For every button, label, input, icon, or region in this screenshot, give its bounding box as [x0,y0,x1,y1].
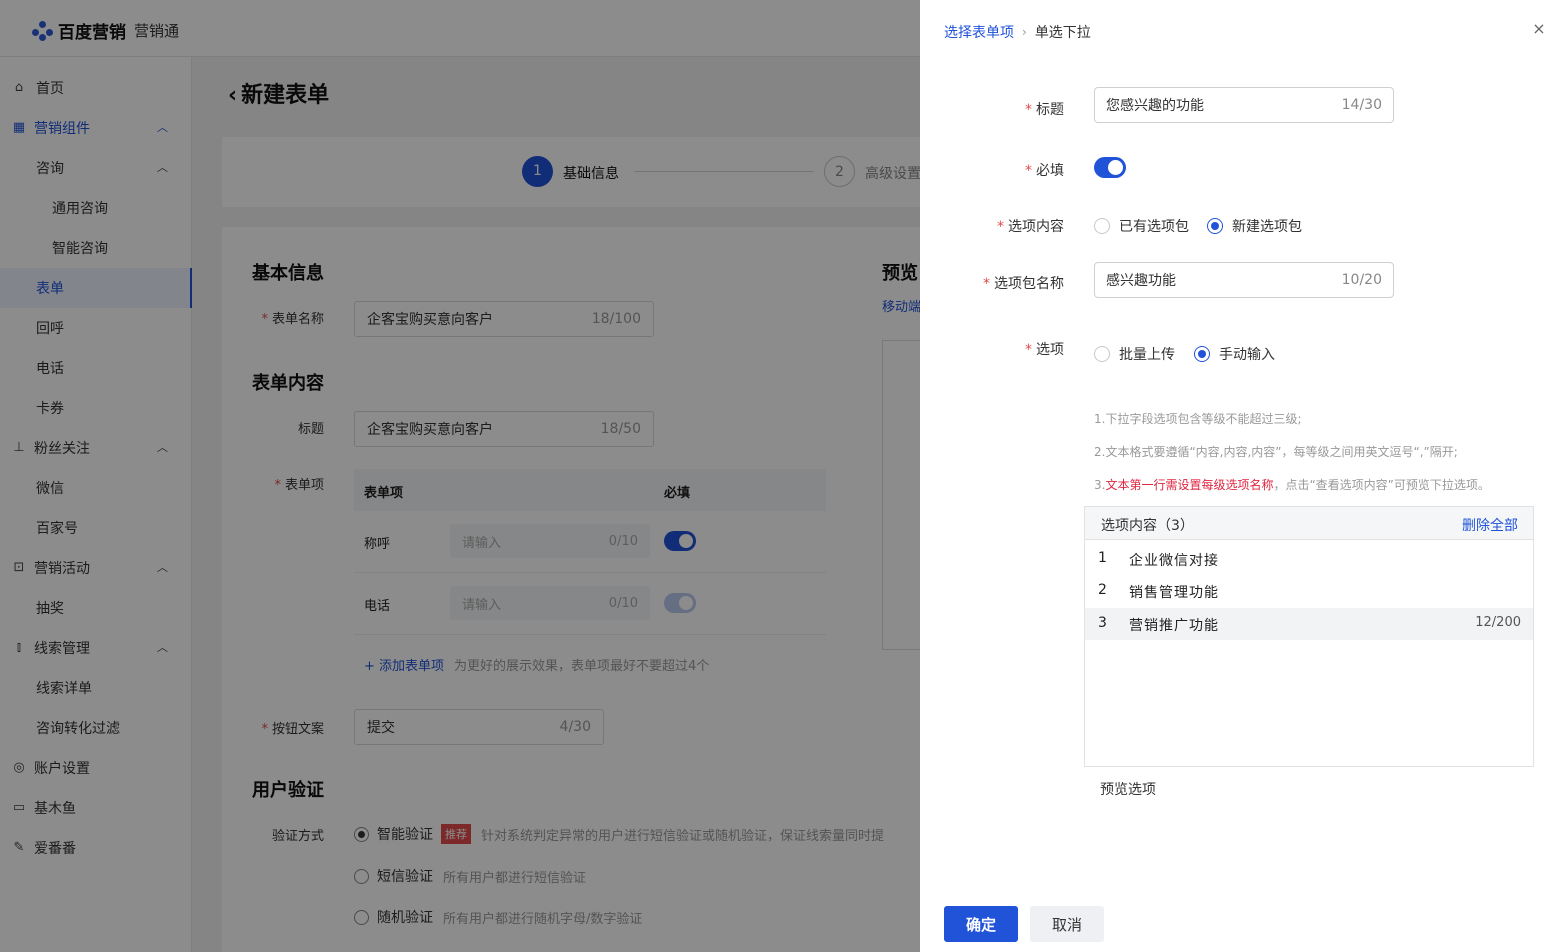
list-item[interactable]: 2 销售管理功能 [1085,575,1533,607]
options-list-header: 选项内容（3） 删除全部 [1085,507,1533,540]
option-content-label: * 选项内容 [997,219,1064,235]
note-3: 3.文本第一行需设置每级选项名称，点击“查看选项内容”可预览下拉选项。 [1094,478,1490,492]
radio-manual-input[interactable]: 手动输入 [1194,344,1275,364]
list-item[interactable]: 3 营销推广功能 12/200 [1085,608,1533,640]
options-list-box: 选项内容（3） 删除全部 1 企业微信对接 2 销售管理功能 3 营销推广功能 12/2… [1084,506,1534,767]
breadcrumb: 选择表单项 › 单选下拉 [944,22,1091,42]
radio-existing-package[interactable]: 已有选项包 [1094,216,1189,236]
note-2: 2.文本格式要遵循“内容,内容,内容”，每等级之间用英文逗号“,”隔开; [1094,445,1458,459]
preview-options-link[interactable]: 预览选项 [1100,779,1156,799]
close-icon[interactable]: × [1532,21,1546,37]
cancel-button[interactable]: 取消 [1030,906,1104,942]
package-name-label: * 选项包名称 [983,276,1064,292]
chevron-right-icon: › [1022,25,1027,39]
breadcrumb-parent[interactable]: 选择表单项 [944,22,1014,42]
confirm-button[interactable]: 确定 [944,906,1018,942]
options-count-title: 选项内容（3） [1101,518,1194,534]
title-counter: 14/30 [1341,97,1382,113]
package-name-input[interactable]: 感兴趣功能 10/20 [1094,262,1394,298]
title-label: * 标题 [1025,102,1064,118]
title-input[interactable]: 您感兴趣的功能 14/30 [1094,87,1394,123]
overlay-mask[interactable] [0,0,920,952]
radio-batch-upload[interactable]: 批量上传 [1094,344,1175,364]
delete-all-button[interactable]: 删除全部 [1462,515,1518,535]
options-label: * 选项 [1025,342,1064,358]
list-item[interactable]: 1 企业微信对接 [1085,543,1533,575]
required-label: * 必填 [1025,163,1064,179]
package-name-counter: 10/20 [1341,272,1382,288]
note-1: 1.下拉字段选项包含等级不能超过三级; [1094,412,1302,426]
required-toggle[interactable] [1094,157,1126,178]
breadcrumb-current: 单选下拉 [1034,25,1091,41]
drawer-panel: 选择表单项 › 单选下拉 × * 标题 您感兴趣的功能 14/30 * 必填 * 选项内… [920,0,1553,952]
radio-new-package[interactable]: 新建选项包 [1207,216,1302,236]
